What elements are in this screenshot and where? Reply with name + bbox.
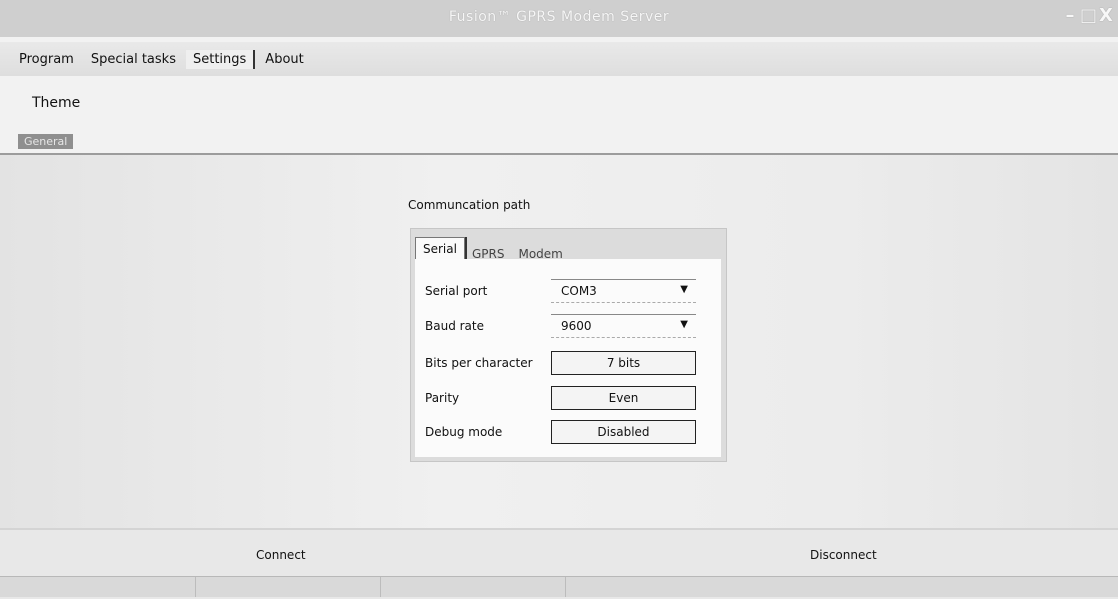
menu-item-special-tasks[interactable]: Special tasks bbox=[84, 50, 183, 69]
theme-label: Theme bbox=[32, 95, 81, 111]
parity-label: Parity bbox=[425, 391, 460, 405]
menu-bar: Program Special tasks Settings About bbox=[0, 42, 1118, 76]
communication-path-panel: Serial GPRS Modem Serial port COM3 ▼ Bau… bbox=[410, 228, 727, 462]
baud-rate-value: 9600 bbox=[561, 319, 592, 333]
status-cell bbox=[381, 577, 566, 597]
menu-item-about[interactable]: About bbox=[258, 50, 310, 69]
serial-settings: Serial port COM3 ▼ Baud rate 9600 ▼ Bits… bbox=[415, 259, 721, 457]
title-bar: Fusion™ GPRS Modem Server – □ X bbox=[0, 0, 1118, 37]
bits-per-character-row: Bits per character 7 bits bbox=[425, 351, 696, 375]
chevron-down-icon: ▼ bbox=[680, 284, 688, 295]
maximize-button[interactable]: □ bbox=[1080, 5, 1097, 27]
parity-row: Parity Even bbox=[425, 386, 696, 410]
bits-per-character-button[interactable]: 7 bits bbox=[551, 351, 696, 375]
serial-port-row: Serial port COM3 ▼ bbox=[425, 279, 696, 303]
debug-mode-label: Debug mode bbox=[425, 425, 503, 439]
close-button[interactable]: X bbox=[1098, 5, 1114, 27]
chevron-down-icon: ▼ bbox=[680, 319, 688, 330]
status-cell bbox=[196, 577, 381, 597]
menu-items: Program Special tasks Settings About bbox=[12, 50, 314, 69]
window-controls: – □ X bbox=[1062, 5, 1114, 27]
baud-rate-label: Baud rate bbox=[425, 319, 484, 333]
bits-per-character-label: Bits per character bbox=[425, 356, 533, 370]
serial-port-select[interactable]: COM3 ▼ bbox=[551, 279, 696, 303]
status-cell bbox=[566, 577, 1118, 597]
status-bar bbox=[0, 576, 1118, 597]
menu-item-settings[interactable]: Settings bbox=[185, 50, 256, 69]
serial-port-value: COM3 bbox=[561, 284, 597, 298]
connect-button[interactable]: Connect bbox=[256, 548, 306, 562]
general-tab[interactable]: General bbox=[18, 134, 74, 149]
debug-mode-button[interactable]: Disabled bbox=[551, 420, 696, 444]
menu-item-program[interactable]: Program bbox=[12, 50, 81, 69]
parity-button[interactable]: Even bbox=[551, 386, 696, 410]
status-cell bbox=[0, 577, 196, 597]
debug-mode-row: Debug mode Disabled bbox=[425, 420, 696, 444]
serial-port-label: Serial port bbox=[425, 284, 488, 298]
disconnect-button[interactable]: Disconnect bbox=[810, 548, 877, 562]
communication-path-label: Communcation path bbox=[408, 198, 531, 212]
window-title: Fusion™ GPRS Modem Server bbox=[448, 9, 670, 25]
baud-rate-row: Baud rate 9600 ▼ bbox=[425, 314, 696, 338]
baud-rate-select[interactable]: 9600 ▼ bbox=[551, 314, 696, 338]
minimize-button[interactable]: – bbox=[1062, 5, 1078, 27]
